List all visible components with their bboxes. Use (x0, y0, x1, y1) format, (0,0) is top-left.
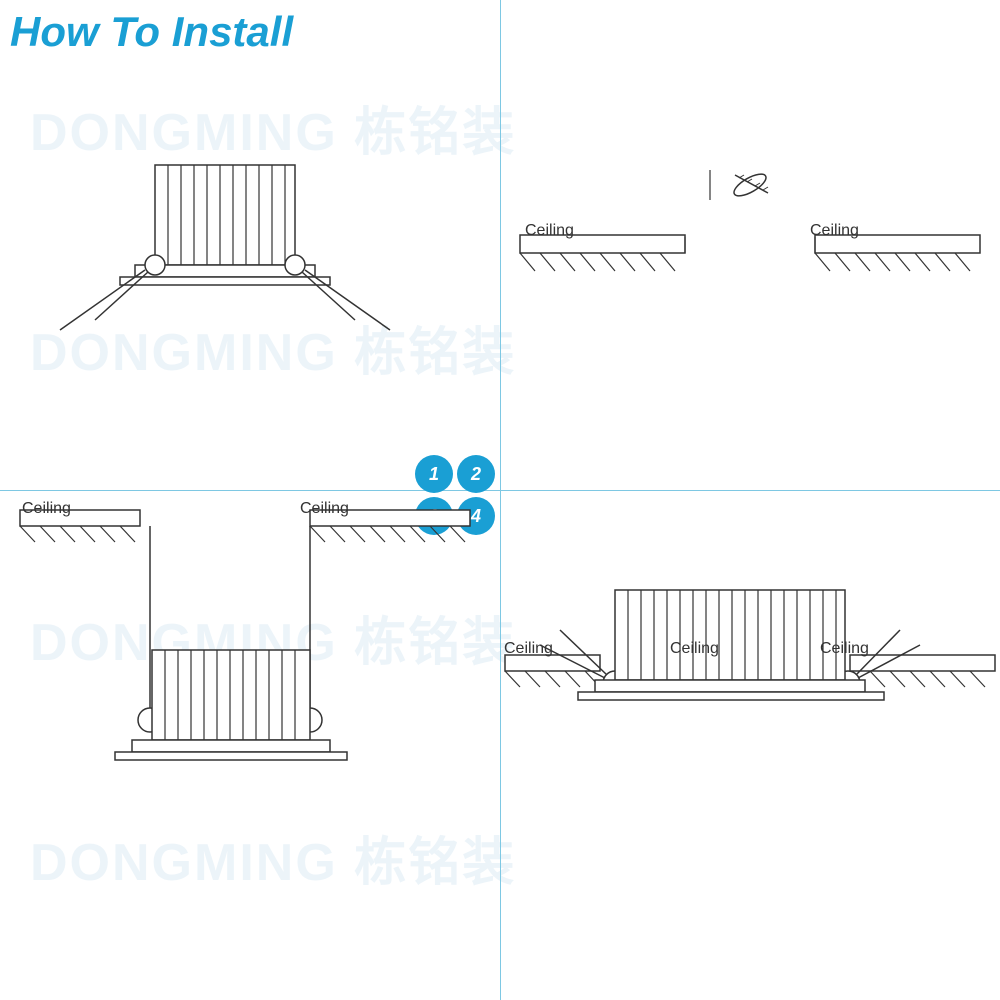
page-title: How To Install (10, 8, 293, 56)
diagram-q2 (500, 75, 1000, 490)
ceiling-label-q3-right: Ceiling (300, 500, 349, 518)
ceiling-label-q4-left2: Ceiling (670, 640, 719, 658)
diagram-q1 (0, 75, 500, 490)
ceiling-label-q4-left1: Ceiling (504, 640, 553, 658)
ceiling-label-q2-right: Ceiling (810, 222, 859, 240)
diagram-q4 (500, 490, 1000, 1000)
ceiling-label-q2-left: Ceiling (525, 222, 574, 240)
ceiling-separator (700, 170, 720, 200)
ceiling-label-q4-right1: Ceiling (820, 640, 869, 658)
diagram-q3 (0, 490, 500, 1000)
ceiling-label-q3-left: Ceiling (22, 500, 71, 518)
